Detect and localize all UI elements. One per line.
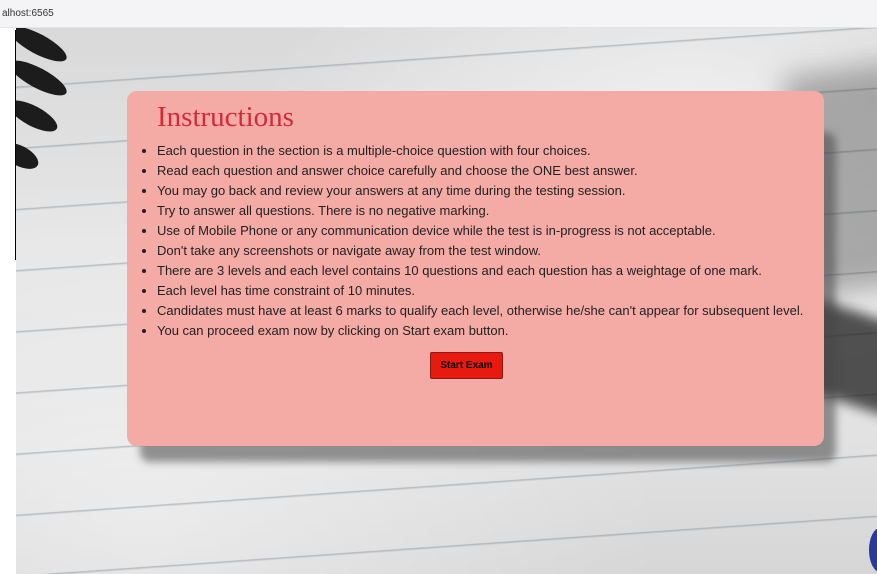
start-exam-button[interactable]: Start Exam: [430, 352, 503, 379]
button-container: Start Exam: [139, 352, 806, 379]
instructions-card: Instructions Each question in the sectio…: [127, 91, 824, 446]
page-viewport: Instructions Each question in the sectio…: [16, 28, 877, 574]
instruction-item: Each question in the section is a multip…: [157, 141, 806, 161]
left-margin: [0, 28, 16, 574]
browser-address-bar[interactable]: alhost:6565: [0, 0, 877, 28]
instruction-item: You can proceed exam now by clicking on …: [157, 321, 806, 341]
instruction-item: Try to answer all questions. There is no…: [157, 201, 806, 221]
instruction-item: You may go back and review your answers …: [157, 181, 806, 201]
instructions-title: Instructions: [157, 101, 294, 133]
instruction-item: Read each question and answer choice car…: [157, 161, 806, 181]
instruction-item: Use of Mobile Phone or any communication…: [157, 221, 806, 241]
url-text[interactable]: alhost:6565: [2, 8, 54, 19]
instruction-item: Candidates must have at least 6 marks to…: [157, 301, 806, 321]
instruction-item: Each level has time constraint of 10 min…: [157, 281, 806, 301]
instructions-list: Each question in the section is a multip…: [139, 141, 806, 341]
instruction-item: There are 3 levels and each level contai…: [157, 261, 806, 281]
instruction-item: Don't take any screenshots or navigate a…: [157, 241, 806, 261]
